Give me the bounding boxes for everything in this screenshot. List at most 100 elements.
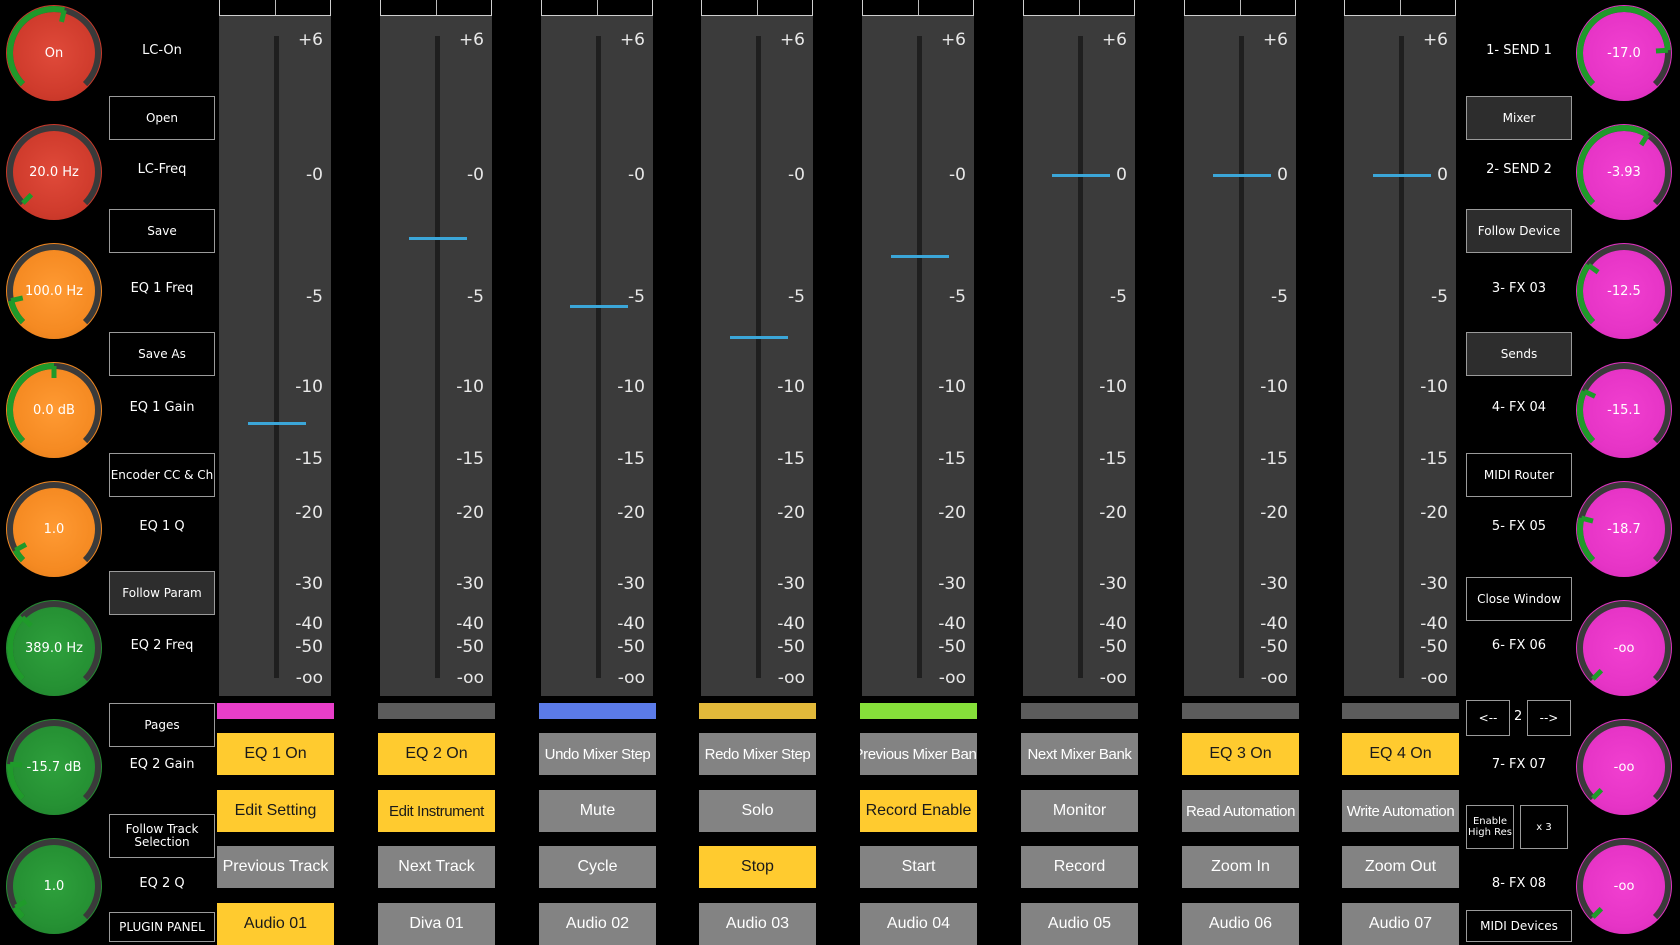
button-next-mixer-bank[interactable]: Next Mixer Bank <box>1021 733 1138 775</box>
fader-channel-6[interactable]: +6 0 -5 -10 -15 -20 -30 -40 -50 -oo <box>1023 14 1135 696</box>
track-name-diva-01[interactable]: Diva 01 <box>378 903 495 945</box>
button-zoom-out[interactable]: Zoom Out <box>1342 846 1459 888</box>
button-eq-4-on[interactable]: EQ 4 On <box>1342 733 1459 775</box>
button-start[interactable]: Start <box>860 846 977 888</box>
button-sends[interactable]: Sends <box>1466 332 1572 376</box>
fader-handle[interactable] <box>1052 174 1110 177</box>
button-record[interactable]: Record <box>1021 846 1138 888</box>
knob-3-fx-03[interactable]: -12.5 <box>1576 243 1672 339</box>
button-save[interactable]: Save <box>109 209 215 253</box>
button-mixer[interactable]: Mixer <box>1466 96 1572 140</box>
track-name-audio-03[interactable]: Audio 03 <box>699 903 816 945</box>
button-zoom-in[interactable]: Zoom In <box>1182 846 1299 888</box>
knob-5-fx-05[interactable]: -18.7 <box>1576 481 1672 577</box>
knob-eq-1-freq[interactable]: 100.0 Hz <box>6 243 102 339</box>
fader-handle[interactable] <box>730 335 788 339</box>
track-name-audio-02[interactable]: Audio 02 <box>539 903 656 945</box>
button-follow-device[interactable]: Follow Device <box>1466 209 1572 253</box>
button-redo-mixer-step[interactable]: Redo Mixer Step <box>699 733 816 775</box>
fader-channel-7[interactable]: +6 0 -5 -10 -15 -20 -30 -40 -50 -oo <box>1184 14 1296 696</box>
fader-channel-8[interactable]: +6 0 -5 -10 -15 -20 -30 -40 -50 -oo <box>1344 14 1456 696</box>
fader-channel-1[interactable]: +6 -0 -5 -10 -15 -20 -30 -40 -50 -oo <box>219 14 331 696</box>
cap-divider <box>275 0 276 15</box>
button-follow-track-selection[interactable]: Follow Track Selection <box>109 814 215 858</box>
button-read-automation[interactable]: Read Automation <box>1182 790 1299 832</box>
scale-label: +6 <box>1422 30 1448 50</box>
fader-handle[interactable] <box>1373 174 1431 177</box>
track-name-audio-01[interactable]: Audio 01 <box>217 903 334 945</box>
button-follow-param[interactable]: Follow Param <box>109 571 215 615</box>
param-label: EQ 2 Q <box>139 876 185 891</box>
page-next-button[interactable]: --> <box>1527 700 1571 736</box>
scale-label: -5 <box>467 287 484 307</box>
button-eq-1-on[interactable]: EQ 1 On <box>217 733 334 775</box>
param-label: EQ 2 Freq <box>130 638 194 653</box>
fader-handle[interactable] <box>409 237 467 241</box>
button-open[interactable]: Open <box>109 96 215 140</box>
param-label: LC-Freq <box>137 162 187 177</box>
button-close-window[interactable]: Close Window <box>1466 577 1572 621</box>
scale-label: -oo <box>1099 668 1127 688</box>
button-stop[interactable]: Stop <box>699 846 816 888</box>
page-prev-button[interactable]: <-- <box>1466 700 1510 736</box>
fader-handle[interactable] <box>1213 174 1271 177</box>
scale-label: -50 <box>777 637 805 657</box>
track-name-audio-05[interactable]: Audio 05 <box>1021 903 1138 945</box>
fader-handle[interactable] <box>570 305 628 308</box>
fader-handle[interactable] <box>248 422 306 425</box>
knob-lc-freq[interactable]: 20.0 Hz <box>6 124 102 220</box>
button-midi-router[interactable]: MIDI Router <box>1466 453 1572 497</box>
fader-track <box>1399 36 1404 678</box>
fader-channel-5[interactable]: +6 -0 -5 -10 -15 -20 -30 -40 -50 -oo <box>862 14 974 696</box>
button-monitor[interactable]: Monitor <box>1021 790 1138 832</box>
knob-2-send-2[interactable]: -3.93 <box>1576 124 1672 220</box>
button-encoder-cc-ch[interactable]: Encoder CC & Ch <box>109 453 215 497</box>
knob-eq-1-gain[interactable]: 0.0 dB <box>6 362 102 458</box>
button-previous-mixer-bank[interactable]: Previous Mixer Bank <box>860 733 977 775</box>
scale-label: -oo <box>777 668 805 688</box>
multiplier-x3-button[interactable]: x 3 <box>1520 805 1568 849</box>
enable-high-res-button[interactable]: Enable High Res <box>1466 805 1514 849</box>
scale-label: -20 <box>1260 503 1288 523</box>
scale-label: -30 <box>938 574 966 594</box>
scale-label: -5 <box>788 287 805 307</box>
knob-6-fx-06[interactable]: -oo <box>1576 600 1672 696</box>
button-cycle[interactable]: Cycle <box>539 846 656 888</box>
button-eq-2-on[interactable]: EQ 2 On <box>378 733 495 775</box>
knob-8-fx-08[interactable]: -oo <box>1576 838 1672 934</box>
knob-eq-1-q[interactable]: 1.0 <box>6 481 102 577</box>
track-name-audio-04[interactable]: Audio 04 <box>860 903 977 945</box>
button-mute[interactable]: Mute <box>539 790 656 832</box>
fader-channel-3[interactable]: +6 -0 -5 -10 -15 -20 -30 -40 -50 -oo <box>541 14 653 696</box>
button-save-as[interactable]: Save As <box>109 332 215 376</box>
button-pages[interactable]: Pages <box>109 703 215 747</box>
button-eq-3-on[interactable]: EQ 3 On <box>1182 733 1299 775</box>
knob-7-fx-07[interactable]: -oo <box>1576 719 1672 815</box>
button-edit-setting[interactable]: Edit Setting <box>217 790 334 832</box>
button-solo[interactable]: Solo <box>699 790 816 832</box>
fader-channel-2[interactable]: +6 -0 -5 -10 -15 -20 -30 -40 -50 -oo <box>380 14 492 696</box>
param-label: 4- FX 04 <box>1491 400 1547 415</box>
track-name-audio-07[interactable]: Audio 07 <box>1342 903 1459 945</box>
scale-label: -15 <box>295 449 323 469</box>
fader-channel-4[interactable]: +6 -0 -5 -10 -15 -20 -30 -40 -50 -oo <box>701 14 813 696</box>
knob-4-fx-04[interactable]: -15.1 <box>1576 362 1672 458</box>
knob-eq-2-q[interactable]: 1.0 <box>6 838 102 934</box>
button-plugin-panel[interactable]: PLUGIN PANEL <box>109 912 215 942</box>
knob-lc-on[interactable]: On <box>6 5 102 101</box>
button-edit-instrument[interactable]: Edit Instrument <box>378 790 495 832</box>
scale-label: -10 <box>777 377 805 397</box>
track-name-audio-06[interactable]: Audio 06 <box>1182 903 1299 945</box>
button-previous-track[interactable]: Previous Track <box>217 846 334 888</box>
fader-handle[interactable] <box>891 254 949 258</box>
scale-label: -40 <box>777 614 805 634</box>
button-next-track[interactable]: Next Track <box>378 846 495 888</box>
knob-eq-2-freq[interactable]: 389.0 Hz <box>6 600 102 696</box>
button-undo-mixer-step[interactable]: Undo Mixer Step <box>539 733 656 775</box>
button-midi-devices[interactable]: MIDI Devices <box>1466 910 1572 942</box>
knob-eq-2-gain[interactable]: -15.7 dB <box>6 719 102 815</box>
knob-1-send-1[interactable]: -17.0 <box>1576 5 1672 101</box>
scale-label: +6 <box>1101 30 1127 50</box>
button-record-enable[interactable]: Record Enable <box>860 790 977 832</box>
button-write-automation[interactable]: Write Automation <box>1342 790 1459 832</box>
